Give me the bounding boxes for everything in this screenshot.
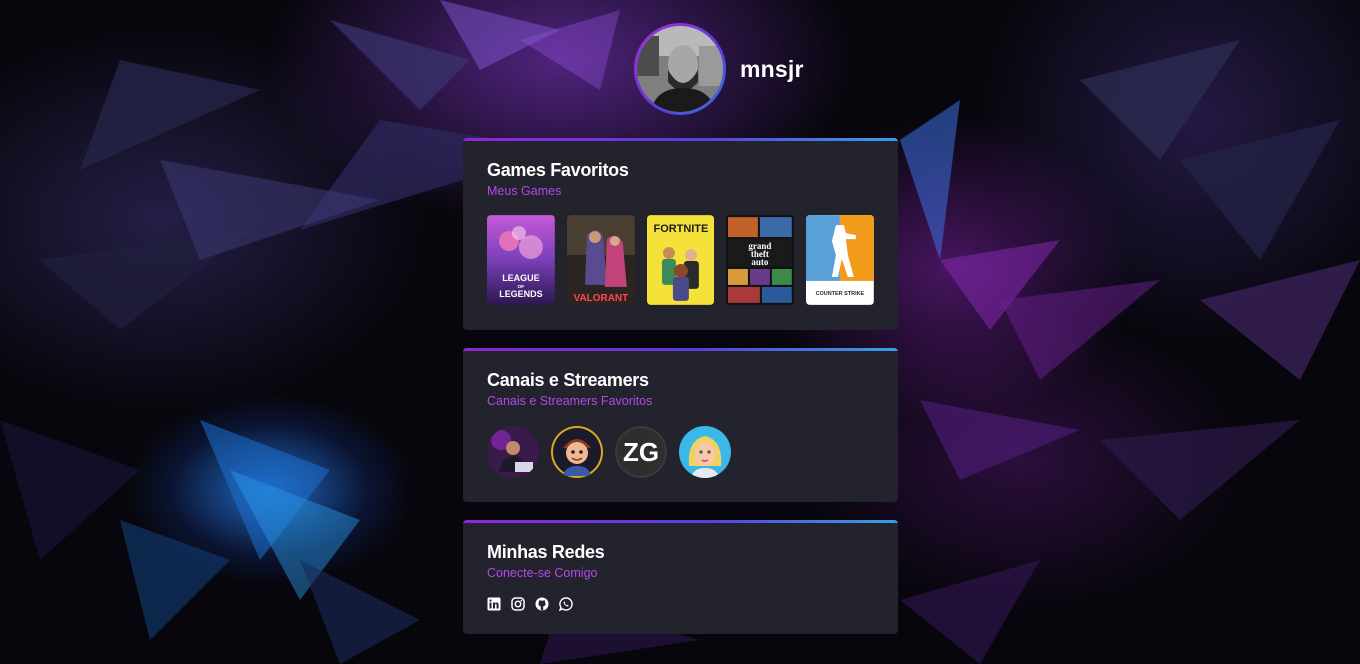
fortnite-logo: FORTNITE bbox=[653, 223, 708, 235]
streamer-4-avatar[interactable] bbox=[679, 426, 731, 478]
streamer-1-avatar[interactable] bbox=[487, 426, 539, 478]
streamers-card: Canais e Streamers Canais e Streamers Fa… bbox=[463, 348, 898, 502]
game-valorant[interactable]: VALORANT bbox=[566, 215, 635, 305]
games-card-title: Games Favoritos bbox=[487, 160, 629, 180]
games-card: Games Favoritos Meus Games LEAGUE OF LEG… bbox=[463, 138, 898, 330]
streamer-3-avatar[interactable]: ZG bbox=[615, 426, 667, 478]
game-fortnite[interactable]: FORTNITE bbox=[646, 215, 715, 305]
linkedin-icon[interactable] bbox=[487, 597, 501, 611]
valorant-logo: VALORANT bbox=[573, 293, 628, 304]
game-gta-v[interactable]: grand theft auto bbox=[726, 215, 795, 305]
streamers-card-subtitle: Canais e Streamers Favoritos bbox=[487, 394, 653, 408]
social-card: Minhas Redes Conecte-se Comigo bbox=[463, 520, 898, 634]
streamer-2-avatar[interactable] bbox=[551, 426, 603, 478]
streamers-card-title: Canais e Streamers bbox=[487, 370, 649, 390]
instagram-icon[interactable] bbox=[511, 597, 525, 611]
games-card-subtitle: Meus Games bbox=[487, 184, 562, 198]
lol-logo-line1: LEAGUE bbox=[502, 273, 539, 283]
profile-username: mnsjr bbox=[740, 55, 804, 82]
game-counter-strike[interactable]: COUNTER STRIKE bbox=[806, 215, 874, 305]
streamers-list: ZG bbox=[487, 426, 874, 478]
social-card-subtitle: Conecte-se Comigo bbox=[487, 566, 598, 580]
game-league-of-legends[interactable]: LEAGUE OF LEGENDS bbox=[487, 215, 555, 305]
social-card-title: Minhas Redes bbox=[487, 542, 605, 562]
github-icon[interactable] bbox=[535, 597, 549, 611]
profile-header: mnsjr bbox=[634, 22, 804, 116]
streamer-3-logo: ZG bbox=[623, 437, 659, 467]
profile-avatar-ring bbox=[634, 23, 726, 115]
lol-logo-line3: LEGENDS bbox=[499, 289, 542, 299]
games-list: LEAGUE OF LEGENDS VALORANT FORTNITE gran… bbox=[487, 215, 874, 305]
profile-avatar bbox=[637, 26, 723, 112]
cs-logo: COUNTER STRIKE bbox=[816, 291, 865, 297]
social-links bbox=[487, 597, 874, 611]
whatsapp-icon[interactable] bbox=[559, 597, 573, 611]
gta-logo-line3: auto bbox=[752, 257, 769, 267]
